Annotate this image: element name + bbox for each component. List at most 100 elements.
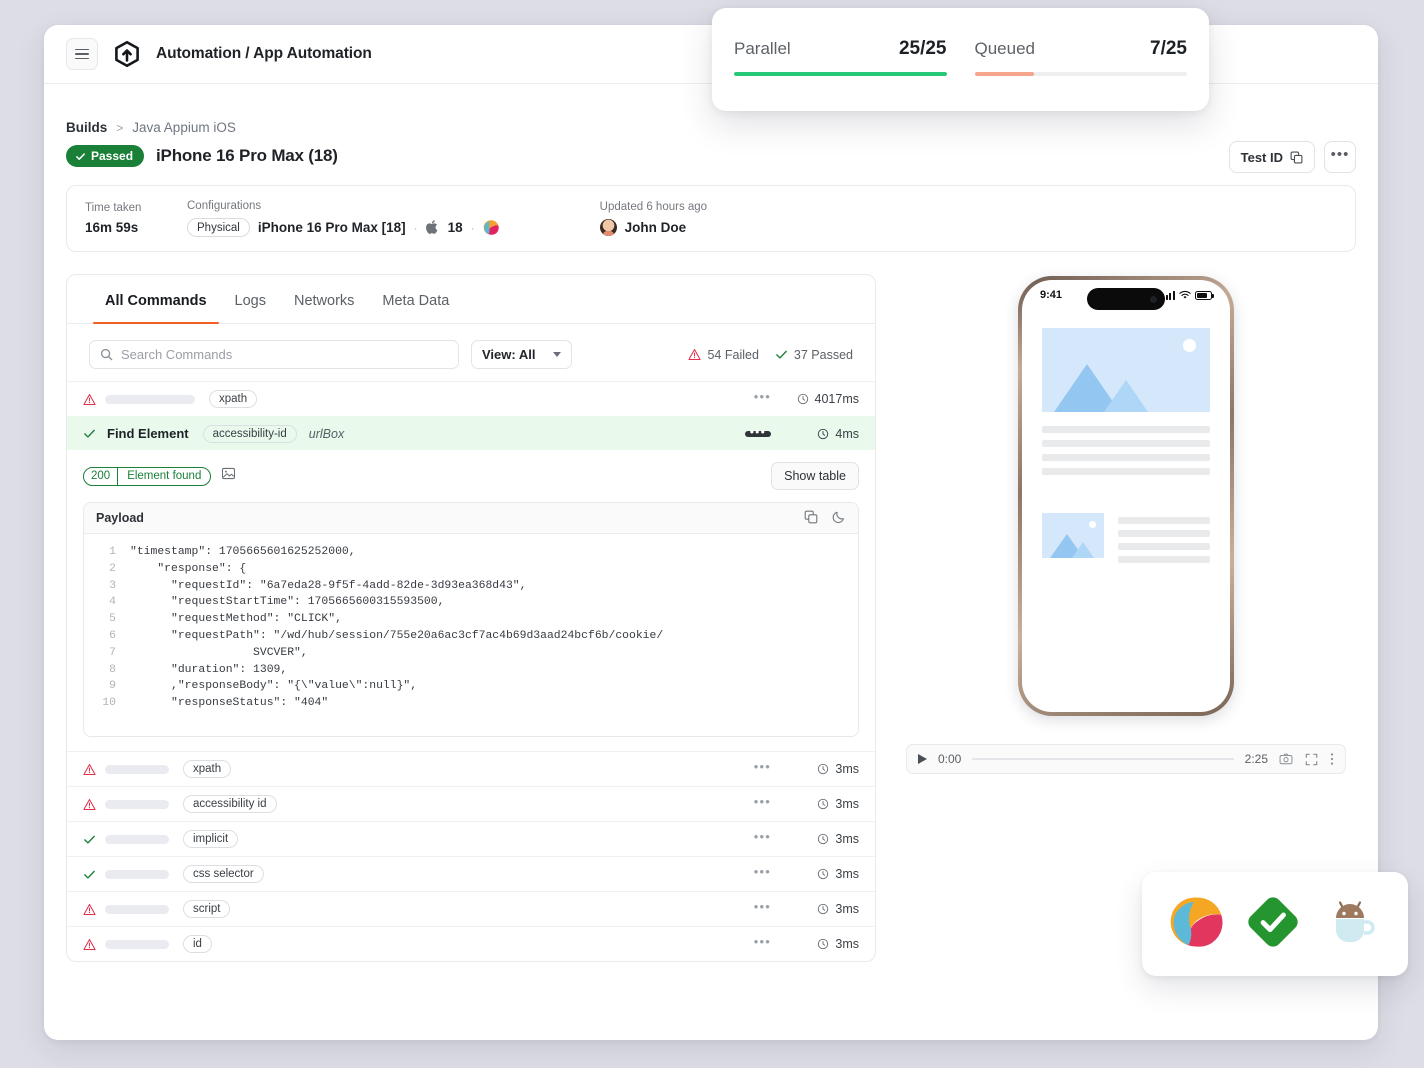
line-text: "duration": 1309, [130, 662, 287, 679]
command-row[interactable]: script ••• 3ms [67, 891, 875, 926]
parallel-stat: Parallel 25/25 [734, 38, 947, 76]
search-input[interactable] [121, 347, 448, 362]
parallel-label: Parallel [734, 39, 791, 59]
code-line: 7 SVCVER", [84, 645, 858, 662]
tab-all-commands[interactable]: All Commands [93, 275, 219, 323]
title-actions: Test ID ••• [1229, 141, 1356, 173]
sun-shape [1183, 339, 1196, 352]
text-placeholder-lines [1118, 517, 1210, 563]
line-placeholder [1042, 426, 1210, 433]
test-id-button[interactable]: Test ID [1229, 141, 1315, 173]
copy-icon [1290, 151, 1303, 164]
view-filter-select[interactable]: View: All [471, 340, 572, 369]
duration-value: 4ms [835, 427, 859, 441]
payload-panel: Payload [83, 502, 859, 737]
line-placeholder [1118, 530, 1210, 537]
row-menu-button[interactable]: ••• [754, 767, 771, 772]
line-number: 3 [84, 578, 130, 595]
command-row-selected[interactable]: Find Element accessibility-id urlBox •••… [67, 416, 875, 450]
breadcrumb-builds[interactable]: Builds [66, 120, 107, 135]
check-icon [83, 868, 101, 881]
command-row[interactable]: xpath ••• 4017ms [67, 381, 875, 416]
result-code: 200 [84, 468, 118, 485]
show-table-button[interactable]: Show table [771, 462, 859, 490]
image-icon[interactable] [221, 466, 236, 486]
code-line: 2 "response": { [84, 561, 858, 578]
device-status-bar: 9:41 [1022, 280, 1230, 310]
line-number: 7 [84, 645, 130, 662]
appium-logo-icon [1170, 894, 1226, 955]
row-menu-button[interactable]: ••• [754, 942, 771, 947]
row-menu-button[interactable]: ••• [754, 837, 771, 842]
locator-chip: accessibility id [183, 795, 277, 813]
code-line: 10 "responseStatus": "404" [84, 695, 858, 712]
chevron-down-icon [553, 352, 561, 357]
warning-triangle-icon [83, 393, 101, 406]
locator-chip: css selector [183, 865, 264, 883]
play-icon[interactable] [918, 754, 927, 764]
video-player-controls: 0:00 2:25 [906, 744, 1346, 774]
duration-cell: 3ms [791, 797, 859, 811]
command-row[interactable]: id ••• 3ms [67, 926, 875, 961]
moon-icon[interactable] [832, 510, 846, 527]
payload-header: Payload [84, 503, 858, 534]
command-row-actions: ••• 4ms [745, 427, 859, 441]
check-icon [83, 427, 101, 440]
command-name-placeholder [105, 800, 169, 809]
row-menu-button[interactable]: ••• [754, 397, 771, 402]
search-box[interactable] [89, 340, 459, 369]
parallel-progress-fill [734, 72, 947, 76]
line-text: SVCVER", [130, 645, 308, 662]
seek-bar[interactable] [972, 758, 1233, 760]
text-placeholder-lines [1042, 426, 1210, 475]
concurrency-stats-card: Parallel 25/25 Queued 7/25 [712, 8, 1209, 111]
hamburger-icon[interactable] [66, 38, 98, 70]
search-icon [100, 348, 113, 361]
clock-icon [817, 763, 829, 775]
command-row[interactable]: css selector ••• 3ms [67, 856, 875, 891]
tab-meta-data[interactable]: Meta Data [370, 275, 461, 323]
line-placeholder [1118, 556, 1210, 563]
payload-actions [804, 510, 846, 527]
command-row[interactable]: xpath ••• 3ms [67, 751, 875, 786]
command-result-row: 200 Element found Show table [67, 450, 875, 502]
content-body: All Commands Logs Networks Meta Data Vie… [44, 252, 1378, 962]
parallel-stat-top: Parallel 25/25 [734, 38, 947, 60]
check-icon [775, 348, 788, 361]
tab-networks[interactable]: Networks [282, 275, 366, 323]
time-taken-block: Time taken 16m 59s [85, 202, 187, 235]
command-row[interactable]: accessibility id ••• 3ms [67, 786, 875, 821]
status-bar-indicators [1162, 290, 1212, 300]
duration-value: 3ms [835, 832, 859, 846]
row-menu-button[interactable]: ••• [754, 802, 771, 807]
updated-block: Updated 6 hours ago John Doe [600, 201, 707, 236]
duration-cell: 3ms [791, 832, 859, 846]
check-icon [83, 833, 101, 846]
copy-icon[interactable] [804, 510, 818, 527]
command-row-actions: ••• 3ms [754, 762, 859, 776]
phone-screen: 9:41 [1022, 280, 1230, 712]
updated-label: Updated 6 hours ago [600, 201, 707, 213]
duration-value: 3ms [835, 762, 859, 776]
breadcrumb-current[interactable]: Java Appium iOS [132, 120, 236, 135]
line-placeholder [1118, 543, 1210, 550]
clock-icon [817, 938, 829, 950]
command-name-placeholder [105, 870, 169, 879]
check-icon [75, 151, 86, 162]
row-menu-button[interactable]: ••• [754, 872, 771, 877]
tab-logs[interactable]: Logs [223, 275, 278, 323]
command-stats: 54 Failed 37 Passed [688, 348, 853, 362]
result-message: Element found [118, 468, 210, 485]
configurations-value: Physical iPhone 16 Pro Max [18] · 18 · [187, 218, 500, 237]
code-line: 9 ,"responseBody": "{\"value\":null}", [84, 678, 858, 695]
warning-triangle-icon [83, 903, 101, 916]
row-menu-button[interactable]: ••• [745, 431, 771, 437]
command-row[interactable]: implicit ••• 3ms [67, 821, 875, 856]
row-menu-button[interactable]: ••• [754, 907, 771, 912]
locator-chip: xpath [183, 760, 231, 778]
payload-code: 1"timestamp": 1705665601625252000, 2 "re… [84, 534, 858, 736]
passed-stat: 37 Passed [775, 348, 853, 362]
clock-icon [817, 903, 829, 915]
more-options-button[interactable]: ••• [1324, 141, 1356, 173]
command-name: Find Element [107, 426, 189, 441]
